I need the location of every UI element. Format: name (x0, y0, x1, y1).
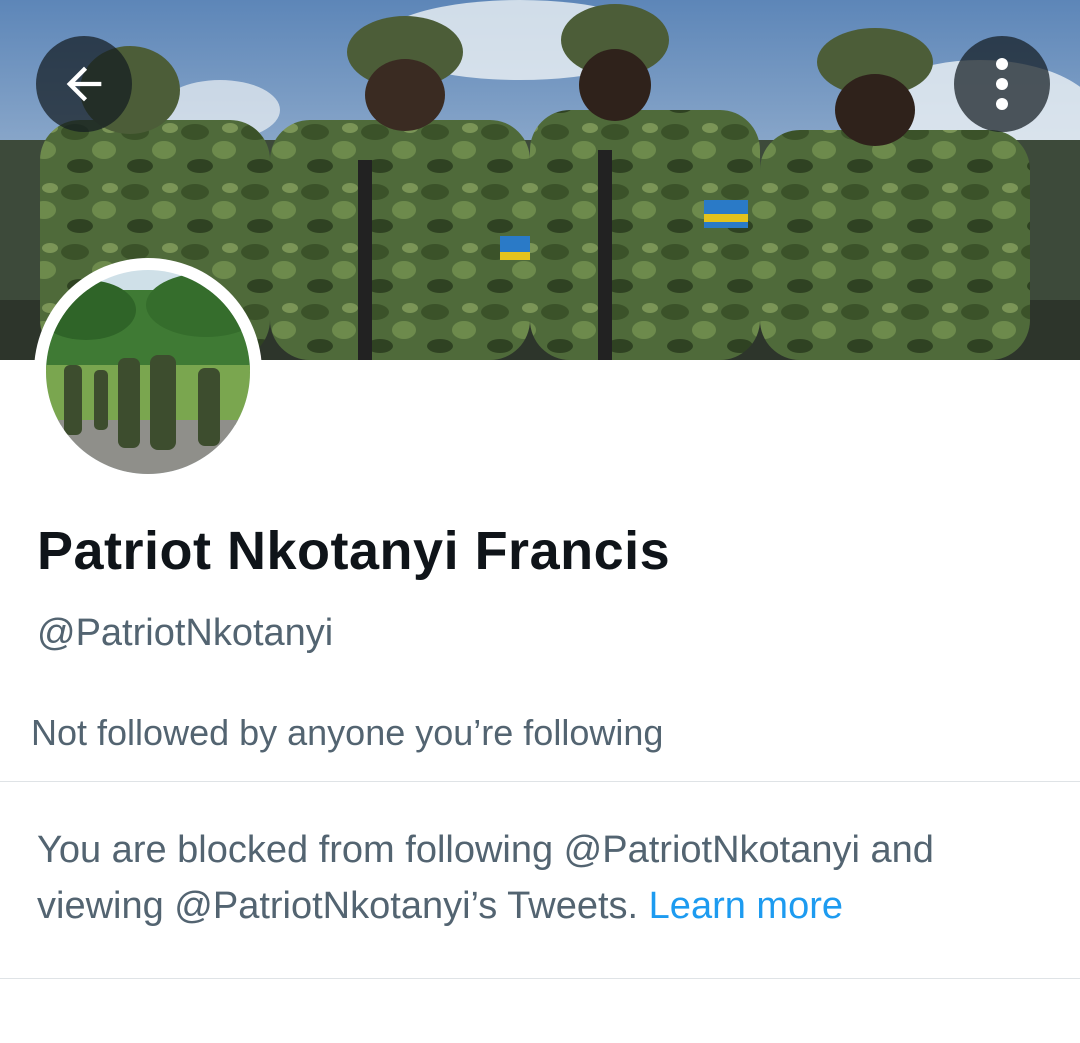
arrow-left-icon (66, 66, 102, 102)
divider (0, 978, 1080, 979)
learn-more-link[interactable]: Learn more (649, 885, 843, 927)
more-options-button[interactable] (954, 36, 1050, 132)
user-handle: @PatriotNkotanyi (37, 612, 334, 654)
blocked-notice: You are blocked from following @PatriotN… (37, 822, 1047, 934)
back-button[interactable] (36, 36, 132, 132)
more-vertical-icon (996, 58, 1008, 110)
profile-avatar[interactable] (34, 258, 262, 486)
avatar-image (46, 270, 250, 474)
followers-you-know-note: Not followed by anyone you’re following (31, 712, 664, 753)
display-name: Patriot Nkotanyi Francis (37, 521, 671, 581)
divider (0, 781, 1080, 782)
